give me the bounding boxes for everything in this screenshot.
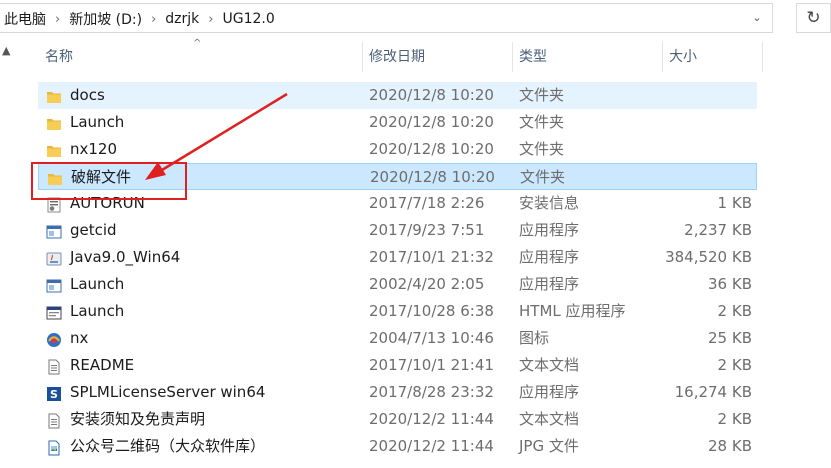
refresh-button[interactable]: ↻: [796, 3, 831, 33]
file-name: Launch: [70, 302, 125, 320]
file-name: getcid: [70, 221, 117, 239]
svg-text:S: S: [50, 388, 58, 401]
folder-icon: [46, 141, 62, 157]
file-name: SPLMLicenseServer win64: [70, 383, 266, 401]
file-size: 1 KB: [717, 194, 752, 212]
file-type: 文件夹: [519, 140, 565, 158]
breadcrumb-this-pc[interactable]: 此电脑: [4, 9, 46, 29]
list-item[interactable]: docs 2020/12/8 10:20 文件夹: [38, 82, 757, 109]
file-type: 文本文档: [519, 410, 580, 428]
file-size: 2 KB: [717, 356, 752, 374]
file-name: 公众号二维码（大众软件库）: [70, 437, 266, 455]
refresh-icon: ↻: [806, 8, 821, 28]
text-document-icon: [46, 357, 62, 375]
file-date: 2002/4/20 2:05: [369, 275, 485, 293]
breadcrumb-drive-d[interactable]: 新加坡 (D:): [69, 9, 142, 29]
folder-icon: [46, 87, 62, 103]
file-date: 2017/9/23 7:51: [369, 221, 485, 239]
column-date[interactable]: 修改日期: [362, 42, 512, 72]
breadcrumb-ug12[interactable]: UG12.0: [222, 11, 274, 27]
chevron-down-icon[interactable]: ⌄: [750, 10, 764, 26]
nx-icon: [46, 330, 62, 347]
file-type: 文件夹: [520, 168, 566, 186]
file-size: 384,520 KB: [665, 248, 752, 266]
file-type: 文本文档: [519, 356, 580, 374]
file-date: 2017/8/28 23:32: [369, 383, 494, 401]
file-date: 2017/10/1 21:32: [369, 248, 494, 266]
file-type: 应用程序: [519, 248, 580, 266]
list-item[interactable]: nx 2004/7/13 10:46 图标 25 KB: [38, 325, 757, 352]
list-item[interactable]: nx120 2020/12/8 10:20 文件夹: [38, 136, 757, 163]
file-name: README: [70, 356, 135, 374]
file-type: 应用程序: [519, 221, 580, 239]
file-type: 应用程序: [519, 383, 580, 401]
file-type: 安装信息: [519, 194, 580, 212]
list-item[interactable]: README 2017/10/1 21:41 文本文档 2 KB: [38, 352, 757, 379]
list-item[interactable]: Launch 2020/12/8 10:20 文件夹: [38, 109, 757, 136]
file-date: 2020/12/2 11:44: [369, 437, 494, 455]
file-size: 25 KB: [708, 329, 752, 347]
file-name: Launch: [70, 113, 125, 131]
file-date: 2020/12/8 10:20: [370, 168, 495, 186]
file-size: 2,237 KB: [684, 221, 752, 239]
image-file-icon: [46, 438, 62, 456]
file-date: 2017/10/28 6:38: [369, 302, 494, 320]
file-size: 2 KB: [717, 302, 752, 320]
column-header: ^ 名称 修改日期 类型 大小: [0, 38, 831, 76]
application-icon: [46, 222, 62, 239]
file-date: 2020/12/8 10:20: [369, 140, 494, 158]
highlight-box: [31, 162, 187, 200]
file-date: 2017/7/18 2:26: [369, 194, 485, 212]
file-name: Launch: [70, 275, 125, 293]
file-date: 2020/12/2 11:44: [369, 410, 494, 428]
file-size: 28 KB: [708, 437, 752, 455]
list-item[interactable]: Launch 2017/10/28 6:38 HTML 应用程序 2 KB: [38, 298, 757, 325]
list-item[interactable]: 安装须知及免责声明 2020/12/2 11:44 文本文档 2 KB: [38, 406, 757, 433]
list-item[interactable]: S SPLMLicenseServer win64 2017/8/28 23:32 应…: [38, 379, 757, 406]
breadcrumb-chevron-icon[interactable]: ›: [55, 12, 60, 27]
file-name: nx120: [70, 140, 118, 158]
list-item[interactable]: getcid 2017/9/23 7:51 应用程序 2,237 KB: [38, 217, 757, 244]
file-date: 2017/10/1 21:41: [369, 356, 494, 374]
file-size: 2 KB: [717, 410, 752, 428]
file-name: Java9.0_Win64: [70, 248, 181, 266]
file-type: 文件夹: [519, 113, 565, 131]
address-box[interactable]: 此电脑 › 新加坡 (D:) › dzrjk › UG12.0 ⌄: [0, 3, 773, 33]
application-icon: [46, 276, 62, 293]
file-size: 16,274 KB: [674, 383, 752, 401]
column-divider[interactable]: [762, 42, 763, 72]
breadcrumb-dzrjk[interactable]: dzrjk: [165, 11, 199, 27]
file-type: JPG 文件: [519, 437, 579, 455]
address-bar: 此电脑 › 新加坡 (D:) › dzrjk › UG12.0 ⌄ ↻: [0, 0, 831, 38]
text-document-icon: [46, 411, 62, 429]
column-type[interactable]: 类型: [512, 42, 662, 72]
file-date: 2020/12/8 10:20: [369, 113, 494, 131]
file-type: HTML 应用程序: [519, 302, 626, 320]
navigation-pane-edge: ▲: [0, 38, 18, 468]
column-name[interactable]: 名称: [38, 42, 362, 72]
column-size[interactable]: 大小: [662, 42, 762, 72]
breadcrumb-chevron-icon[interactable]: ›: [208, 12, 213, 27]
file-type: 应用程序: [519, 275, 580, 293]
file-name: nx: [70, 329, 89, 347]
file-name: docs: [70, 86, 105, 104]
breadcrumb-chevron-icon[interactable]: ›: [151, 12, 156, 27]
breadcrumb: 此电脑 › 新加坡 (D:) › dzrjk › UG12.0: [4, 4, 275, 34]
java-installer-icon: [46, 249, 62, 266]
hta-icon: [46, 303, 62, 320]
file-date: 2020/12/8 10:20: [369, 86, 494, 104]
file-type: 文件夹: [519, 86, 565, 104]
list-item[interactable]: 公众号二维码（大众软件库） 2020/12/2 11:44 JPG 文件 28 KB: [38, 433, 757, 460]
file-type: 图标: [519, 329, 550, 347]
file-size: 36 KB: [708, 275, 752, 293]
list-item[interactable]: Java9.0_Win64 2017/10/1 21:32 应用程序 384,520 …: [38, 244, 757, 271]
folder-icon: [46, 114, 62, 130]
list-item[interactable]: Launch 2002/4/20 2:05 应用程序 36 KB: [38, 271, 757, 298]
file-date: 2004/7/13 10:46: [369, 329, 494, 347]
file-name: 安装须知及免责声明: [70, 410, 206, 428]
license-server-icon: S: [46, 384, 62, 401]
